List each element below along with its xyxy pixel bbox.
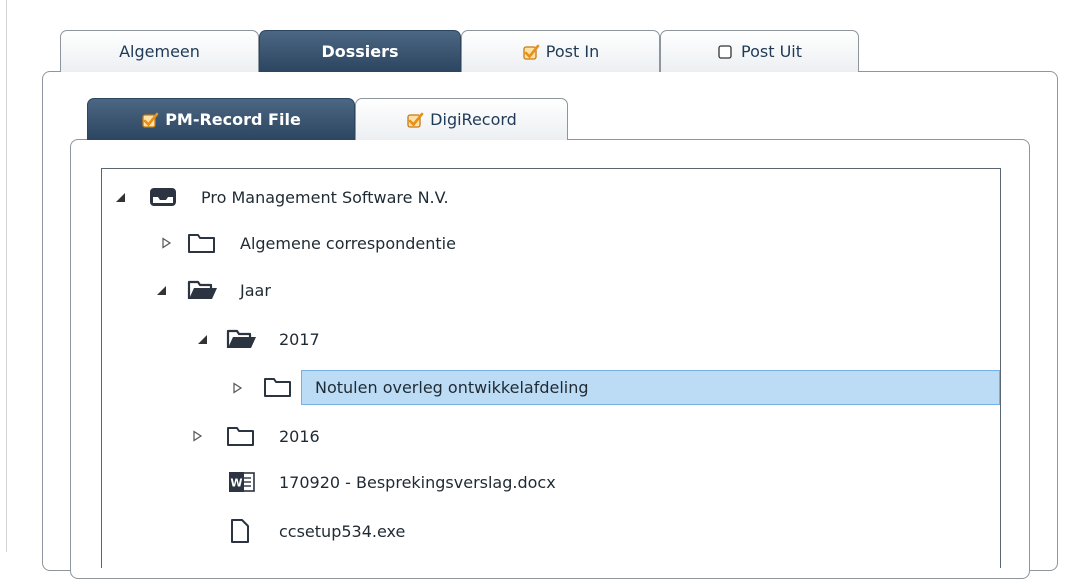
tree-node-label: 2016 bbox=[279, 426, 320, 446]
tab-post-uit[interactable]: Post Uit bbox=[660, 30, 859, 72]
empty-checkbox-icon[interactable] bbox=[717, 44, 733, 60]
tree-node-2016[interactable]: 2016 bbox=[102, 419, 1000, 453]
tree-node-notulen[interactable]: Notulen overleg ontwikkelafdeling bbox=[102, 370, 1000, 405]
tree-node-label: Algemene correspondentie bbox=[240, 233, 456, 253]
expanded-arrow-icon[interactable] bbox=[195, 332, 209, 346]
tree-node-ccsetup[interactable]: ccsetup534.exe bbox=[102, 514, 1000, 548]
checked-checkbox-icon[interactable] bbox=[522, 44, 540, 60]
tab-label: PM-Record File bbox=[165, 110, 301, 129]
tab-algemeen[interactable]: Algemeen bbox=[60, 30, 259, 72]
collapsed-arrow-icon[interactable] bbox=[159, 236, 173, 250]
tree-node-algemene-correspondentie[interactable]: Algemene correspondentie bbox=[102, 226, 1000, 260]
tab-label: Post In bbox=[545, 42, 600, 61]
drawer-icon bbox=[148, 186, 178, 208]
expanded-arrow-icon[interactable] bbox=[154, 283, 168, 297]
tab-pm-record-file[interactable]: PM-Record File bbox=[87, 98, 355, 140]
checked-checkbox-icon[interactable] bbox=[141, 112, 159, 128]
tab-label: DigiRecord bbox=[430, 110, 517, 129]
collapsed-arrow-icon[interactable] bbox=[230, 381, 244, 395]
collapsed-arrow-icon[interactable] bbox=[190, 429, 204, 443]
tab-dossiers[interactable]: Dossiers bbox=[259, 30, 461, 72]
tree-node-label: Notulen overleg ontwikkelafdeling bbox=[315, 378, 589, 397]
left-divider bbox=[6, 0, 7, 552]
tree-node-besprekingsverslag[interactable]: W 170920 - Besprekingsverslag.docx bbox=[102, 465, 1000, 499]
selection-highlight[interactable]: Notulen overleg ontwikkelafdeling bbox=[301, 370, 1000, 405]
tree-node-root[interactable]: Pro Management Software N.V. bbox=[102, 180, 1000, 214]
tree-node-label: 170920 - Besprekingsverslag.docx bbox=[279, 472, 556, 492]
tree-node-label: Jaar bbox=[240, 280, 271, 300]
tree-node-label: ccsetup534.exe bbox=[279, 521, 406, 541]
tab-label: Algemeen bbox=[119, 42, 200, 61]
expanded-arrow-icon[interactable] bbox=[113, 190, 127, 204]
file-icon bbox=[228, 518, 252, 544]
checked-checkbox-icon[interactable] bbox=[406, 112, 424, 128]
folder-icon bbox=[226, 424, 256, 448]
tab-post-in[interactable]: Post In bbox=[461, 30, 660, 72]
tab-label: Post Uit bbox=[741, 42, 802, 61]
folder-open-icon bbox=[226, 327, 258, 351]
tree-node-label: 2017 bbox=[279, 329, 320, 349]
tab-digirecord[interactable]: DigiRecord bbox=[355, 98, 568, 140]
folder-open-icon bbox=[187, 278, 219, 302]
dossier-tree[interactable]: Pro Management Software N.V. Algemene co… bbox=[101, 168, 1001, 568]
folder-icon bbox=[187, 231, 217, 255]
svg-text:W: W bbox=[230, 477, 242, 490]
folder-icon bbox=[263, 375, 293, 399]
word-doc-icon: W bbox=[227, 470, 257, 494]
tree-node-2017[interactable]: 2017 bbox=[102, 322, 1000, 356]
tree-node-jaar[interactable]: Jaar bbox=[102, 273, 1000, 307]
tab-label: Dossiers bbox=[321, 42, 399, 61]
tree-node-label: Pro Management Software N.V. bbox=[201, 187, 449, 207]
